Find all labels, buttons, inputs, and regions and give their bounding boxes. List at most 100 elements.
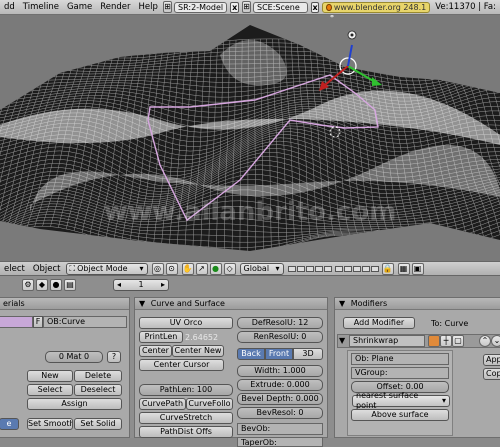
3d-toggle[interactable]: 3D: [293, 348, 323, 360]
realtime-toggle-icon[interactable]: ┼: [440, 335, 452, 347]
center-cursor-button[interactable]: Center Cursor: [139, 359, 224, 371]
scene-browse-icon[interactable]: ⊞: [241, 1, 251, 13]
frame-counter[interactable]: ◂ 1 ▸: [113, 279, 169, 291]
bev-ob-field[interactable]: BevOb:: [237, 423, 323, 435]
delete-material-button[interactable]: Delete: [74, 370, 122, 382]
blender-logo-icon: [326, 3, 332, 11]
partial-button[interactable]: e: [0, 418, 19, 430]
material-slot-field[interactable]: [0, 316, 33, 328]
modifier-name-field[interactable]: Shrinkwrap: [349, 335, 425, 347]
scale-icon[interactable]: ◇: [223, 262, 236, 275]
menu-select[interactable]: elect: [0, 264, 29, 274]
path-len-field[interactable]: PathLen: 100: [139, 384, 233, 396]
deselect-material-button[interactable]: Deselect: [74, 384, 122, 396]
hand-icon[interactable]: ✋: [181, 262, 194, 275]
menu-help[interactable]: Help: [135, 2, 162, 12]
screen-field[interactable]: SR:2-Model: [174, 1, 228, 13]
modifiers-panel-title: Modifiers: [350, 299, 388, 308]
apply-modifier-button[interactable]: App: [483, 354, 500, 366]
translate-icon[interactable]: ↗: [195, 262, 208, 275]
front-toggle[interactable]: Front: [265, 348, 293, 360]
taper-ob-field[interactable]: TaperOb:: [237, 437, 323, 447]
print-len-button[interactable]: PrintLen: [139, 331, 183, 343]
assign-material-button[interactable]: Assign: [27, 398, 122, 410]
orientation-select[interactable]: Global ▾: [239, 262, 284, 275]
layer-buttons[interactable]: [287, 265, 332, 272]
help-button[interactable]: ?: [107, 351, 121, 363]
material-index-field[interactable]: 0 Mat 0: [45, 351, 103, 363]
bevel-depth-field[interactable]: Bevel Depth: 0.000: [237, 393, 323, 405]
vgroup-field[interactable]: VGroup:: [351, 367, 449, 379]
copy-modifier-button[interactable]: Cop: [483, 368, 500, 380]
move-up-icon[interactable]: ⌃: [479, 335, 491, 347]
select-material-button[interactable]: Select: [27, 384, 73, 396]
def-resol-field[interactable]: DefResolU: 12: [237, 317, 323, 329]
arrow-left-icon: ◂: [117, 280, 122, 289]
curve-path-button[interactable]: CurvePath: [139, 398, 186, 410]
add-modifier-button[interactable]: Add Modifier: [343, 317, 415, 329]
set-solid-button[interactable]: Set Solid: [74, 418, 122, 430]
curve-follow-button[interactable]: CurveFollo: [186, 398, 233, 410]
screen-close-icon[interactable]: x: [230, 1, 239, 13]
modifier-target-label: To: Curve: [431, 319, 469, 328]
curve-surface-panel: ▼ Curve and Surface UV Orco PrintLen 2.6…: [134, 297, 328, 447]
ren-resol-field[interactable]: RenResolU: 0: [237, 331, 323, 343]
center-button[interactable]: Center: [139, 345, 172, 357]
curve-panel-title: Curve and Surface: [150, 299, 225, 308]
rotate-icon[interactable]: ●: [209, 262, 222, 275]
screen-browse-icon[interactable]: ⊞: [162, 1, 173, 13]
snapshot-icon[interactable]: ▣: [411, 262, 424, 275]
wrap-mode-label: nearest surface point: [356, 391, 419, 410]
draw-type-icon[interactable]: ◎: [151, 262, 164, 275]
render-icon[interactable]: ▦: [397, 262, 410, 275]
view-axis-label: *: [330, 15, 334, 22]
set-smooth-button[interactable]: Set Smooth: [27, 418, 73, 430]
chevron-down-icon: ▾: [441, 396, 446, 405]
above-surface-toggle[interactable]: Above surface: [351, 409, 449, 421]
wrap-mode-select[interactable]: nearest surface point ▾: [352, 391, 450, 410]
scene-context-icon[interactable]: ▤: [64, 279, 76, 291]
3d-viewport[interactable]: * www.allanbrito.com: [0, 15, 500, 261]
center-new-button[interactable]: Center New: [172, 345, 224, 357]
blender-url-text: www.blender.org 248.1: [333, 2, 427, 12]
material-context-icon[interactable]: ●: [50, 279, 62, 291]
lamp-icon: [347, 30, 357, 40]
width-field[interactable]: Width: 1.000: [237, 365, 323, 377]
extrude-field[interactable]: Extrude: 0.000: [237, 379, 323, 391]
pivot-icon[interactable]: ⊙: [165, 262, 178, 275]
editmode-toggle-icon[interactable]: ▢: [452, 335, 464, 347]
fake-user-button[interactable]: F: [33, 316, 43, 328]
editing-context-icon[interactable]: ⚙: [22, 279, 34, 291]
collapse-arrow-icon[interactable]: ▼: [139, 299, 145, 308]
object-name-field[interactable]: OB:Curve: [43, 316, 127, 328]
menu-timeline[interactable]: Timeline: [19, 2, 63, 12]
back-toggle[interactable]: Back: [237, 348, 265, 360]
expand-arrow-icon[interactable]: ▼: [339, 336, 345, 345]
chevron-down-icon: ▾: [275, 263, 280, 273]
bev-resol-field[interactable]: BevResol: 0: [237, 407, 323, 419]
uv-orco-button[interactable]: UV Orco: [139, 317, 233, 329]
menu-game[interactable]: Game: [63, 2, 96, 12]
object-context-icon[interactable]: ◆: [36, 279, 48, 291]
materials-panel-title: erials: [0, 298, 129, 310]
move-down-icon[interactable]: ⌄: [491, 335, 500, 347]
scene-close-icon[interactable]: x: [310, 1, 320, 13]
lock-icon[interactable]: 🔒: [381, 262, 394, 275]
mode-select[interactable]: ⛶ Object Mode ▾: [65, 262, 148, 275]
menu-add[interactable]: dd: [0, 2, 19, 12]
menu-object[interactable]: Object: [29, 264, 65, 274]
blender-url-badge[interactable]: www.blender.org 248.1: [322, 1, 431, 13]
curve-stretch-button[interactable]: CurveStretch: [139, 412, 233, 424]
new-material-button[interactable]: New: [27, 370, 73, 382]
curve-panel-header: ▼ Curve and Surface: [135, 298, 327, 310]
menu-render[interactable]: Render: [96, 2, 134, 12]
path-dist-offs-button[interactable]: PathDist Offs: [139, 426, 233, 438]
layer-buttons-2[interactable]: [334, 265, 379, 272]
target-object-field[interactable]: Ob: Plane: [351, 353, 449, 365]
render-toggle-icon[interactable]: [428, 335, 440, 347]
scene-field[interactable]: SCE:Scene: [252, 1, 308, 13]
mode-label: Object Mode: [77, 263, 128, 273]
collapse-arrow-icon[interactable]: ▼: [339, 299, 345, 308]
frame-value: 1: [138, 280, 144, 289]
curve-length-value: 2.64652: [185, 333, 219, 342]
